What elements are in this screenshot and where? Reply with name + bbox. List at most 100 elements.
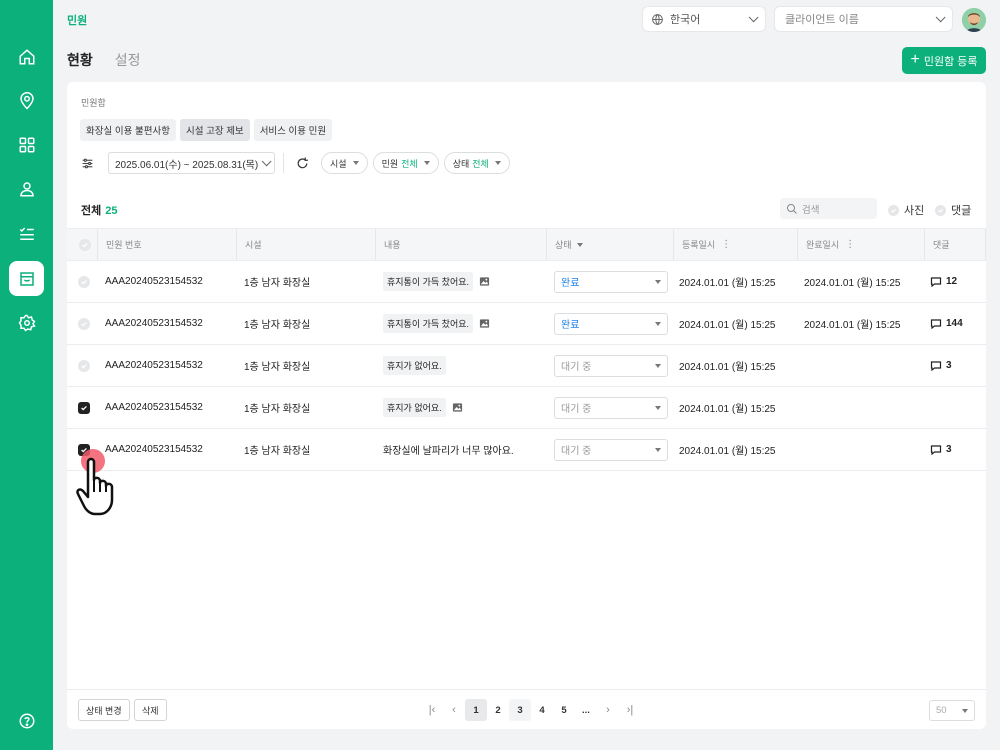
comment-count[interactable]: 144 <box>930 303 963 344</box>
add-complaint-box-button[interactable]: + 민원함 등록 <box>902 47 986 74</box>
first-page-icon[interactable]: |‹ <box>421 699 443 721</box>
status-value: 완료 <box>561 278 580 289</box>
column-header-sortable[interactable]: 등록일시 ⋮ <box>673 229 797 260</box>
category-chip-active[interactable]: 시설 고장 제보 <box>179 119 250 141</box>
select-all-checkbox[interactable] <box>79 238 91 251</box>
content-cell[interactable]: 화장실에 날파리가 너무 많아요. <box>383 429 514 470</box>
status-select[interactable]: 대기 중 <box>554 438 668 461</box>
page-button[interactable]: 2 <box>487 699 509 721</box>
help-icon[interactable] <box>9 703 44 738</box>
chevron-down-icon <box>261 155 272 166</box>
table-row[interactable]: AAA20240523154532 1층 남자 화장실 휴지통이 가득 찼어요. 완료… <box>67 261 986 303</box>
category-chip[interactable]: 서비스 이용 민원 <box>253 119 333 141</box>
settings-icon[interactable] <box>9 305 44 340</box>
content-cell[interactable]: 휴지가 없어요. <box>383 345 446 386</box>
column-header-sortable[interactable]: 완료일시 ⋮ <box>797 229 924 260</box>
table-row[interactable]: AAA20240523154532 1층 남자 화장실 화장실에 날파리가 너무 많… <box>67 429 986 471</box>
comment-icon <box>930 444 942 455</box>
comment-count[interactable]: 3 <box>930 429 952 470</box>
caret-down-icon <box>494 161 501 165</box>
page-button[interactable]: 5 <box>553 699 575 721</box>
table-row[interactable]: AAA20240523154532 1층 남자 화장실 휴지통이 가득 찼어요. 완료… <box>67 303 986 345</box>
delete-button[interactable]: 삭제 <box>134 699 167 721</box>
select-all-cell[interactable] <box>71 229 97 260</box>
search-input[interactable]: 검색 <box>780 198 877 219</box>
tab-settings[interactable]: 설정 <box>115 50 141 70</box>
photo-toggle[interactable]: 사진 <box>888 202 924 218</box>
tab-status[interactable]: 현황 <box>67 50 93 70</box>
breadcrumb[interactable]: 민원 <box>67 12 87 28</box>
comment-count[interactable]: 3 <box>930 345 952 386</box>
content-cell[interactable]: 휴지통이 가득 찼어요. <box>383 261 490 302</box>
table-row[interactable]: AAA20240523154532 1층 남자 화장실 휴지가 없어요. 대기 중 20… <box>67 345 986 387</box>
row-checkbox[interactable] <box>78 359 90 372</box>
caret-down-icon <box>655 405 661 410</box>
grid-icon[interactable] <box>9 127 44 162</box>
check-icon <box>935 204 946 216</box>
page-button[interactable]: 1 <box>465 699 487 721</box>
prev-page-icon[interactable]: ‹ <box>443 699 465 721</box>
table-header: 민원 번호 시설 내용 상태 등록일시 ⋮ 완료일시 ⋮ 댓글 <box>67 228 986 261</box>
language-select[interactable]: 한국어 <box>642 6 766 32</box>
image-icon[interactable] <box>479 276 490 287</box>
caret-down-icon <box>352 161 359 165</box>
comment-count-value: 3 <box>946 444 952 455</box>
kebab-icon[interactable]: ⋮ <box>845 239 855 250</box>
page-button[interactable]: 4 <box>531 699 553 721</box>
checklist-icon[interactable] <box>9 216 44 251</box>
status-filter[interactable]: 상태 전체 <box>443 152 510 174</box>
client-select[interactable]: 클라이언트 이름 <box>774 6 953 32</box>
comments-toggle[interactable]: 댓글 <box>935 202 971 218</box>
change-status-button[interactable]: 상태 변경 <box>78 699 130 721</box>
image-icon[interactable] <box>452 402 463 413</box>
next-page-icon[interactable]: › <box>597 699 619 721</box>
comment-icon <box>930 318 942 329</box>
category-chip[interactable]: 화장실 이용 불편사항 <box>80 119 176 141</box>
comment-count[interactable]: 12 <box>930 261 957 302</box>
chevron-down-icon <box>748 11 759 22</box>
user-icon[interactable] <box>9 171 44 206</box>
column-header-label: 등록일시 <box>682 240 716 250</box>
registered-date: 2024.01.01 (월) 15:25 <box>679 446 776 457</box>
complaint-filter-value: 전체 <box>401 158 418 169</box>
sliders-icon[interactable] <box>81 157 94 170</box>
column-header-sortable[interactable]: 상태 <box>546 229 673 260</box>
content-cell[interactable]: 휴지가 없어요. <box>383 387 463 428</box>
status-select[interactable]: 대기 중 <box>554 396 668 419</box>
row-checkbox-cell[interactable] <box>78 429 90 470</box>
status-select[interactable]: 완료 <box>554 312 668 335</box>
status-select[interactable]: 완료 <box>554 270 668 293</box>
complaint-filter[interactable]: 민원 전체 <box>372 152 439 174</box>
per-page-select[interactable]: 50 <box>929 700 975 721</box>
avatar[interactable] <box>962 8 986 32</box>
row-checkbox[interactable] <box>78 317 90 330</box>
row-checkbox[interactable] <box>78 275 90 288</box>
row-checkbox-cell[interactable] <box>78 345 90 386</box>
home-icon[interactable] <box>9 39 44 74</box>
last-page-icon[interactable]: ›| <box>619 699 641 721</box>
page-button[interactable]: 3 <box>509 699 531 721</box>
status-select[interactable]: 대기 중 <box>554 354 668 377</box>
table-row[interactable]: AAA20240523154532 1층 남자 화장실 휴지가 없어요. 대기 중 20… <box>67 387 986 429</box>
image-icon[interactable] <box>479 318 490 329</box>
facility-filter[interactable]: 시설 <box>321 152 368 174</box>
inbox-icon[interactable] <box>9 261 44 296</box>
content-text: 화장실에 날파리가 너무 많아요. <box>383 446 514 457</box>
refresh-icon[interactable] <box>296 157 309 170</box>
row-checkbox[interactable] <box>78 443 90 456</box>
row-checkbox-cell[interactable] <box>78 303 90 344</box>
row-checkbox[interactable] <box>78 401 90 414</box>
row-checkbox-cell[interactable] <box>78 261 90 302</box>
content-text: 휴지통이 가득 찼어요. <box>383 272 474 291</box>
registered-date: 2024.01.01 (월) 15:25 <box>679 362 776 373</box>
column-header: 댓글 <box>924 229 986 260</box>
status-value: 대기 중 <box>561 362 592 373</box>
comment-count-value: 12 <box>946 276 958 287</box>
kebab-icon[interactable]: ⋮ <box>721 239 731 250</box>
row-checkbox-cell[interactable] <box>78 387 90 428</box>
content-cell[interactable]: 휴지통이 가득 찼어요. <box>383 303 490 344</box>
date-range-select[interactable]: 2025.06.01(수) ~ 2025.08.31(목) <box>108 152 275 174</box>
complaint-id: AAA20240523154532 <box>105 276 203 287</box>
location-pin-icon[interactable] <box>9 83 44 118</box>
per-page-value: 50 <box>936 705 947 716</box>
